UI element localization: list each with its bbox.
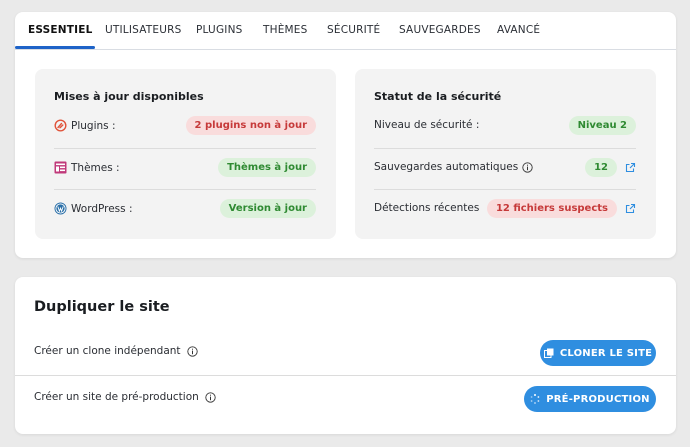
active-tab-indicator: [15, 46, 95, 49]
clone-site-button-label: CLONER LE SITE: [559, 347, 653, 359]
wordpress-icon: [54, 202, 67, 215]
external-link-icon[interactable]: [625, 203, 636, 214]
status-badge: 12 fichiers suspects: [486, 199, 617, 218]
copy-icon: [543, 348, 554, 358]
updates-title: Mises à jour disponibles: [54, 90, 204, 103]
plugin-icon: [54, 119, 67, 132]
info-icon[interactable]: [205, 391, 216, 403]
update-row-wordpress: WordPress : Version à jour: [54, 189, 316, 229]
tab-themes[interactable]: THÈMES: [263, 24, 308, 36]
tab-utilisateurs[interactable]: UTILISATEURS: [105, 24, 181, 36]
update-label: WordPress :: [71, 202, 133, 215]
preproduction-button-label: PRÉ-PRODUCTION: [546, 393, 650, 405]
security-label: Détections récentes: [374, 202, 480, 214]
security-row-detections: Détections récentes 12 fichiers suspects: [374, 189, 636, 229]
duplicate-row-clone: Créer un clone indépendant CLONER LE SIT…: [15, 330, 676, 375]
themes-icon: [54, 161, 67, 174]
tab-sauvegardes[interactable]: SAUVEGARDES: [399, 24, 481, 36]
status-badge: Niveau 2: [568, 116, 636, 135]
update-row-themes: Thèmes : Thèmes à jour: [54, 148, 316, 188]
duplicate-card: Dupliquer le site Créer un clone indépen…: [15, 277, 676, 434]
security-row-backups: Sauvegardes automatiques 12: [374, 148, 636, 188]
status-badge: Version à jour: [219, 199, 316, 218]
tab-essentiel[interactable]: ESSENTIEL: [28, 24, 93, 36]
update-row-plugins: Plugins : 2 plugins non à jour: [54, 107, 316, 147]
update-label: Plugins :: [71, 119, 116, 132]
preproduction-button[interactable]: PRÉ-PRODUCTION: [524, 386, 656, 412]
duplicate-row-preprod: Créer un site de pré-production PRÉ-PROD…: [15, 375, 676, 420]
duplicate-label: Créer un clone indépendant: [34, 345, 181, 357]
info-icon[interactable]: [186, 345, 198, 357]
status-badge: 2 plugins non à jour: [185, 116, 316, 135]
info-icon[interactable]: [522, 161, 533, 173]
security-title: Statut de la sécurité: [374, 90, 502, 103]
tab-bar: ESSENTIEL UTILISATEURS PLUGINS THÈMES SÉ…: [15, 12, 676, 50]
clone-site-button[interactable]: CLONER LE SITE: [540, 340, 656, 366]
tab-avance[interactable]: AVANCÉ: [497, 24, 540, 36]
loading-spinner-icon: [530, 394, 540, 404]
status-badge: 12: [585, 158, 617, 177]
update-label: Thèmes :: [71, 161, 120, 174]
tab-securite[interactable]: SÉCURITÉ: [327, 24, 380, 36]
security-row-level: Niveau de sécurité : Niveau 2: [374, 107, 636, 147]
duplicate-title: Dupliquer le site: [34, 299, 170, 315]
duplicate-label: Créer un site de pré-production: [34, 391, 199, 403]
security-label: Sauvegardes automatiques: [374, 161, 519, 173]
security-panel: Statut de la sécurité Niveau de sécurité…: [355, 69, 656, 239]
security-label: Niveau de sécurité :: [374, 119, 480, 131]
overview-card: ESSENTIEL UTILISATEURS PLUGINS THÈMES SÉ…: [15, 12, 676, 258]
status-badge: Thèmes à jour: [218, 158, 316, 177]
tab-plugins[interactable]: PLUGINS: [196, 24, 243, 36]
updates-panel: Mises à jour disponibles Plugins : 2 plu…: [35, 69, 336, 239]
external-link-icon[interactable]: [625, 162, 636, 173]
